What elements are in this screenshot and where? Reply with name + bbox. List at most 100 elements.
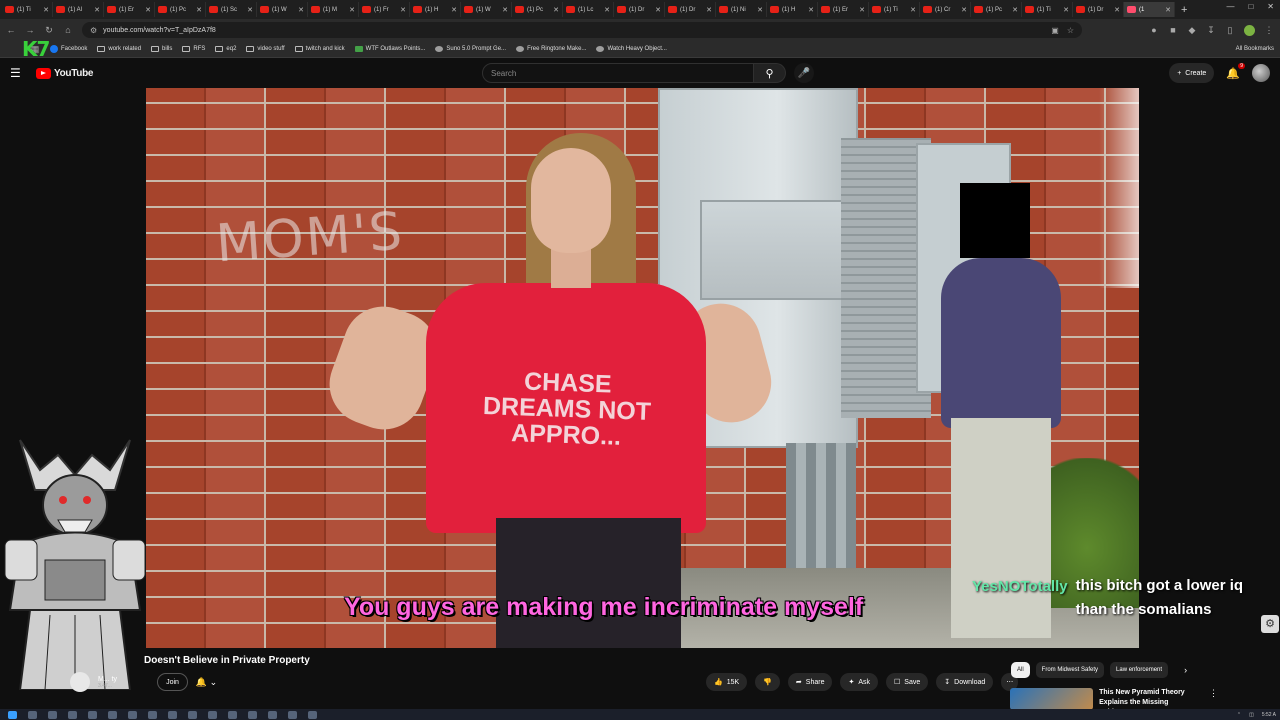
recommended-video[interactable]: This New Pyramid Theory Explains the Mis…	[1010, 688, 1280, 716]
ask-button[interactable]: ✦ Ask	[840, 673, 879, 691]
bookmark-item[interactable]: RFS	[182, 46, 205, 52]
close-tab-icon[interactable]: ✕	[145, 6, 151, 14]
hamburger-menu-icon[interactable]: ☰	[10, 66, 24, 80]
browser-tab[interactable]: (1) Al ✕	[53, 2, 104, 17]
youtube-logo[interactable]: YouTube	[36, 67, 94, 79]
channel-info[interactable]: M... ty 3.47...	[98, 676, 117, 689]
app-icon[interactable]	[248, 710, 257, 719]
chrome-icon[interactable]	[228, 710, 237, 719]
close-tab-icon[interactable]: ✕	[196, 6, 202, 14]
app-icon[interactable]	[168, 710, 177, 719]
close-tab-icon[interactable]: ✕	[757, 6, 763, 14]
bookmark-item[interactable]: twitch and kick	[294, 46, 345, 52]
recommended-title[interactable]: This New Pyramid Theory Explains the Mis…	[1099, 688, 1203, 716]
close-tab-icon[interactable]: ✕	[910, 6, 916, 14]
browser-tab[interactable]: (1) Sc ✕	[206, 2, 257, 17]
close-tab-icon[interactable]: ✕	[502, 6, 508, 14]
close-tab-icon[interactable]: ✕	[961, 6, 967, 14]
filter-chip[interactable]: From Midwest Safety	[1035, 662, 1105, 678]
browser-tab[interactable]: (1) W ✕	[461, 2, 512, 17]
notifications-button[interactable]: 🔔 9	[1226, 62, 1245, 80]
app-icon[interactable]	[208, 710, 217, 719]
browser-tab[interactable]: (1) Dr ✕	[665, 2, 716, 17]
browser-tab[interactable]: (1) Ti ✕	[2, 2, 53, 17]
close-tab-icon[interactable]: ✕	[1114, 6, 1120, 14]
browser-tab[interactable]: (1) Er ✕	[104, 2, 155, 17]
browser-tab[interactable]: (1) Dr ✕	[614, 2, 665, 17]
browser-tab[interactable]: (1) W ✕	[257, 2, 308, 17]
minimize-icon[interactable]: —	[1226, 2, 1234, 11]
windows-start-icon[interactable]	[8, 710, 17, 719]
browser-tab[interactable]: (1) Pc ✕	[155, 2, 206, 17]
close-tab-icon[interactable]: ✕	[400, 6, 406, 14]
reload-icon[interactable]: ↻	[44, 25, 54, 36]
browser-tab[interactable]: (1) Cr ✕	[920, 2, 971, 17]
close-tab-icon[interactable]: ✕	[349, 6, 355, 14]
close-tab-icon[interactable]: ✕	[604, 6, 610, 14]
close-tab-icon[interactable]: ✕	[451, 6, 457, 14]
close-tab-icon[interactable]: ✕	[247, 6, 253, 14]
bookmark-item[interactable]: bills	[151, 46, 172, 52]
bookmark-item[interactable]: Free Ringtone Make...	[516, 46, 586, 52]
dislike-button[interactable]: 👎	[755, 673, 780, 691]
app-icon[interactable]	[148, 710, 157, 719]
bookmark-item[interactable]: work related	[97, 46, 141, 52]
channel-avatar[interactable]	[70, 672, 90, 692]
extension-icon[interactable]: ■	[1168, 25, 1178, 35]
voice-search-button[interactable]: 🎤	[794, 63, 814, 83]
maximize-icon[interactable]: □	[1248, 2, 1253, 11]
close-tab-icon[interactable]: ✕	[1063, 6, 1069, 14]
search-button[interactable]: ⚲	[754, 63, 786, 83]
browser-tab[interactable]: (1) Dr ✕	[1073, 2, 1124, 17]
recommended-thumbnail[interactable]	[1010, 688, 1094, 710]
bookmark-item[interactable]: Watch Heavy Object...	[596, 46, 667, 52]
browser-tab[interactable]: (1 ✕	[1124, 2, 1175, 17]
close-window-icon[interactable]: ✕	[1267, 2, 1274, 11]
close-tab-icon[interactable]: ✕	[859, 6, 865, 14]
puzzle-icon[interactable]: ◆	[1187, 25, 1197, 36]
app-icon[interactable]	[68, 710, 77, 719]
home-icon[interactable]: ⌂	[63, 25, 73, 35]
browser-tab[interactable]: (1) Ti ✕	[1022, 2, 1073, 17]
network-icon[interactable]: ◫	[1249, 712, 1254, 718]
close-tab-icon[interactable]: ✕	[94, 6, 100, 14]
tray-icon[interactable]: ⌃	[1237, 712, 1241, 718]
filter-chip[interactable]: Law enforcement	[1110, 662, 1169, 678]
browser-tab[interactable]: (1) Lc ✕	[563, 2, 614, 17]
save-button[interactable]: ☐ Save	[886, 673, 929, 691]
bookmark-item[interactable]: Suno 5.0 Prompt Ge...	[435, 46, 506, 52]
close-tab-icon[interactable]: ✕	[808, 6, 814, 14]
browser-tab[interactable]: (1) Pc ✕	[971, 2, 1022, 17]
app-icon[interactable]	[88, 710, 97, 719]
channel-name[interactable]: M... ty	[98, 676, 117, 683]
address-bar[interactable]: ⚙ youtube.com/watch?v=T_aIpDzA7f8 ▣ ☆	[82, 22, 1082, 38]
app-icon[interactable]	[268, 710, 277, 719]
browser-tab[interactable]: (1) Er ✕	[818, 2, 869, 17]
app-icon[interactable]	[308, 710, 317, 719]
app-icon[interactable]	[288, 710, 297, 719]
bookmark-item[interactable]: eq2	[215, 46, 236, 52]
download-icon[interactable]: ↧	[1206, 25, 1216, 36]
create-button[interactable]: + Create	[1169, 63, 1215, 83]
close-tab-icon[interactable]: ✕	[298, 6, 304, 14]
account-avatar[interactable]	[1252, 64, 1270, 82]
install-icon[interactable]: ▣	[1051, 26, 1059, 35]
search-input[interactable]: Search	[482, 63, 754, 83]
clock[interactable]: 5:52 A	[1262, 712, 1276, 718]
sidepanel-icon[interactable]: ▯	[1225, 25, 1235, 36]
search-icon[interactable]	[28, 710, 37, 719]
browser-tab[interactable]: (1) M ✕	[308, 2, 359, 17]
extension-icon[interactable]: ●	[1149, 25, 1159, 35]
subscribe-notification-button[interactable]: 🔔 ⌄	[196, 677, 217, 688]
close-tab-icon[interactable]: ✕	[1012, 6, 1018, 14]
app-icon[interactable]	[128, 710, 137, 719]
browser-tab[interactable]: (1) Fr ✕	[359, 2, 410, 17]
filter-chip[interactable]: All	[1011, 662, 1030, 678]
like-button[interactable]: 👍 15K	[706, 673, 748, 691]
chevron-right-icon[interactable]: ›	[1184, 665, 1187, 675]
browser-tab[interactable]: (1) H ✕	[410, 2, 461, 17]
back-icon[interactable]: ←	[6, 25, 16, 35]
close-tab-icon[interactable]: ✕	[43, 6, 49, 14]
more-vertical-icon[interactable]: ⋮	[1209, 688, 1218, 710]
browser-tab[interactable]: (1) Pc ✕	[512, 2, 563, 17]
